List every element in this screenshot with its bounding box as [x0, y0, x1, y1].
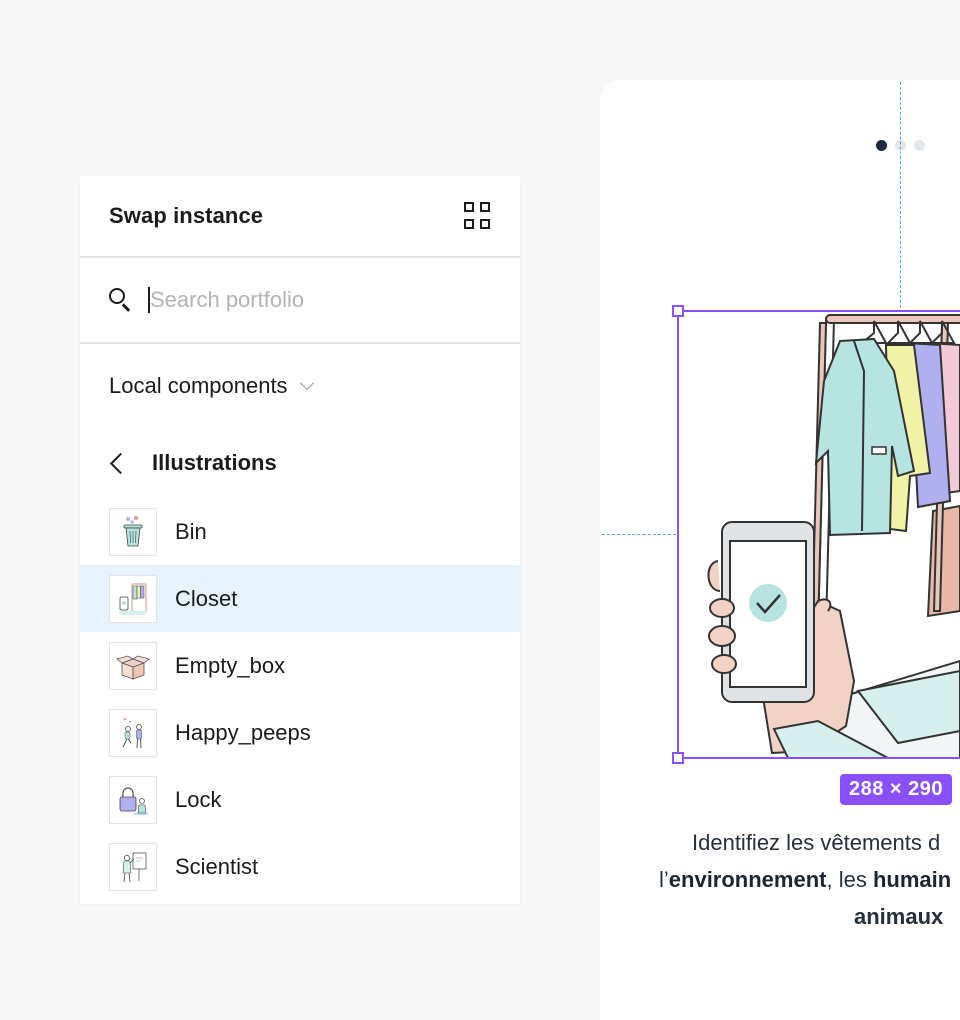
caption-line-2: l’environnement, les humain — [659, 861, 951, 898]
panel-title: Swap instance — [109, 203, 264, 228]
chevron-left-icon[interactable] — [109, 452, 132, 474]
horizontal-spacing-guide — [602, 534, 676, 535]
resize-handle-bottom-left[interactable] — [672, 752, 684, 764]
item-label: Scientist — [175, 853, 259, 879]
component-item-scientist[interactable]: Scientist — [80, 833, 520, 900]
bin-thumbnail — [109, 507, 157, 556]
search-icon — [108, 287, 134, 313]
caption-line-1: Identifiez les vêtements d — [692, 830, 941, 855]
grid-view-icon[interactable] — [464, 202, 492, 230]
pagination-dot[interactable] — [914, 140, 925, 151]
item-label: Empty_box — [175, 652, 286, 678]
folder-title: Illustrations — [152, 450, 277, 475]
caption-line-3: animaux — [854, 904, 944, 929]
vertical-spacing-guide — [900, 82, 901, 308]
lock-thumbnail — [109, 775, 157, 824]
component-item-lock[interactable]: Lock — [80, 766, 520, 833]
item-label: Lock — [175, 786, 222, 812]
component-item-happy-peeps[interactable]: Happy_peeps — [80, 699, 520, 766]
caption-text-span: , les — [826, 867, 873, 892]
closet-thumbnail — [109, 574, 157, 623]
empty-box-thumbnail — [109, 641, 157, 690]
item-label: Bin — [175, 518, 207, 544]
pagination-dot-active[interactable] — [876, 140, 887, 151]
item-label: Happy_peeps — [175, 719, 311, 745]
caption-text-span: l’ — [659, 867, 669, 892]
caption-bold-span: humain — [872, 867, 952, 892]
happy-peeps-thumbnail — [109, 708, 157, 757]
search-bar[interactable] — [80, 258, 520, 344]
search-input[interactable] — [150, 287, 470, 313]
selection-box[interactable] — [672, 305, 960, 764]
caption-bold-span: environnement — [668, 867, 827, 892]
scientist-thumbnail — [109, 842, 157, 891]
component-item-closet[interactable]: Closet — [80, 565, 520, 632]
item-label: Closet — [175, 585, 238, 611]
size-badge: 288 × 290 — [840, 774, 953, 805]
resize-handle-top-left[interactable] — [672, 305, 684, 317]
component-item-bin[interactable]: Bin — [80, 498, 520, 565]
library-label: Local components — [109, 373, 288, 398]
folder-back-row[interactable]: Illustrations — [80, 428, 520, 498]
component-item-empty-box[interactable]: Empty_box — [80, 632, 520, 699]
panel-header: Swap instance — [80, 176, 520, 258]
swap-instance-panel: Swap instance Local components Illustrat… — [80, 176, 520, 904]
library-dropdown[interactable]: Local components — [80, 344, 520, 428]
chevron-down-icon — [299, 375, 314, 391]
